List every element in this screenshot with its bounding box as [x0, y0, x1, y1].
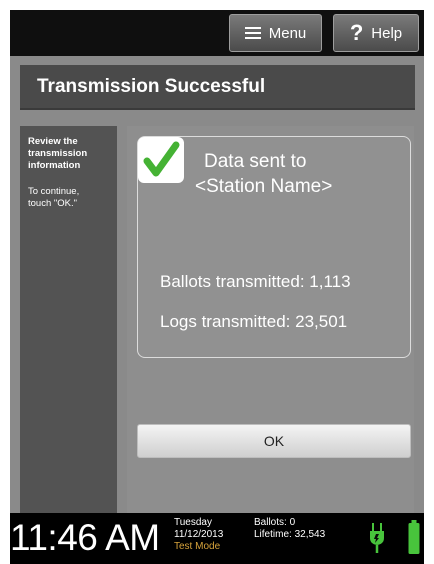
- checkmark-icon: [138, 137, 184, 183]
- logs-transmitted: Logs transmitted: 23,501: [160, 312, 348, 331]
- menu-label: Menu: [268, 24, 307, 42]
- instruction-heading: Review the transmission information: [28, 136, 88, 171]
- test-mode-text: Test Mode: [174, 541, 221, 552]
- instructions-sidebar: Review the transmission information To c…: [20, 126, 117, 513]
- ballots-count: Ballots: 0: [254, 517, 296, 528]
- title-bar: Transmission Successful: [20, 65, 415, 110]
- date-text: 11/12/2013: [174, 529, 224, 540]
- status-bar: 11:46 AM Tuesday 11/12/2013 Test Mode Ba…: [10, 513, 424, 564]
- ballots-transmitted: Ballots transmitted: 1,113: [160, 272, 351, 291]
- page-title: Transmission Successful: [37, 75, 266, 97]
- transmission-info-box: Data sent to <Station Name> Ballots tran…: [137, 136, 411, 358]
- menu-icon: [244, 27, 261, 39]
- top-bar: Menu ? Help: [10, 10, 424, 56]
- plug-icon: [368, 521, 386, 560]
- menu-button[interactable]: Menu: [229, 14, 322, 52]
- help-label: Help: [371, 24, 403, 42]
- day-text: Tuesday: [174, 517, 212, 528]
- counts-block: Ballots: 0 Lifetime: 32,543: [254, 517, 325, 541]
- content-area: Data sent to <Station Name> Ballots tran…: [127, 126, 414, 513]
- lifetime-count: Lifetime: 32,543: [254, 529, 326, 540]
- clock-time: 11:46 AM: [10, 517, 160, 558]
- main-panel: Transmission Successful Review the trans…: [10, 56, 424, 513]
- help-icon: ?: [349, 20, 364, 45]
- help-button[interactable]: ? Help: [333, 14, 419, 52]
- data-sent-text: Data sent to: [204, 151, 307, 172]
- ok-button[interactable]: OK: [137, 424, 411, 458]
- battery-icon: [408, 519, 420, 560]
- station-name-text: <Station Name>: [195, 176, 333, 197]
- instruction-note: To continue, touch "OK.": [28, 186, 80, 209]
- date-block: Tuesday 11/12/2013 Test Mode: [174, 517, 223, 553]
- voting-device-screen: Menu ? Help Transmission Successful Revi…: [10, 10, 424, 564]
